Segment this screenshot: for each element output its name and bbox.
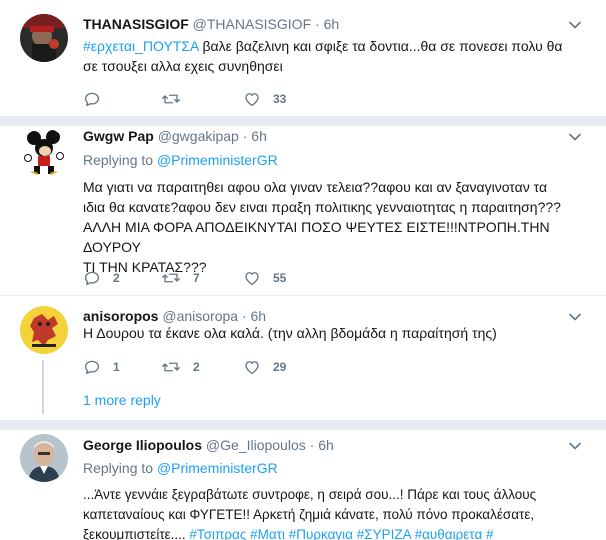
tweet-text: #ερχεται_ΠΟΥΤΣΑ βαλε βαζελινη και σφιξε …	[83, 36, 588, 76]
tweet-text-part: σε τσουξει αλλα εχεις συνηθησει	[83, 58, 283, 74]
tweet-actions: 1 2 29	[83, 357, 313, 377]
like-count: 55	[273, 271, 287, 285]
tweet-text-line: Μα γιατι να παραιτηθει αφου ολα γιναν τε…	[83, 179, 548, 195]
display-name[interactable]: anisoropos	[83, 308, 158, 324]
tweet-actions: 2 7 55	[83, 268, 313, 288]
separator-dot: ·	[242, 128, 248, 144]
tweet-actions: 33	[83, 89, 303, 109]
avatar-thanasisgiof[interactable]	[20, 14, 68, 62]
like-button[interactable]: 55	[243, 268, 286, 288]
user-handle[interactable]: @gwgakipap	[158, 128, 239, 144]
chevron-down-icon[interactable]	[568, 439, 582, 453]
tweet-text-line: ξεκουμπιστείτε.... #Τσιπρας #Ματι #Πυρκα…	[83, 525, 588, 540]
tweet-header: George Iliopoulos @Ge_Iliopoulos · 6h	[83, 435, 566, 455]
tweet-header: THANASISGIOF @THANASISGIOF · 6h	[83, 14, 566, 34]
reply-icon	[83, 358, 101, 376]
hashtag-link[interactable]: #ερχεται_ΠΟΥΤΣΑ	[83, 38, 199, 54]
user-handle[interactable]: @anisoropa	[162, 308, 238, 324]
tweet-text-line: ΑΛΛΗ ΜΙΑ ΦΟΡΑ ΑΠΟΔΕΙΚΝΥΤΑΙ ΠΟΣΟ ΨΕΥΤΕΣ Ε…	[83, 219, 550, 255]
chevron-down-icon[interactable]	[568, 18, 582, 32]
retweet-button[interactable]: 2	[161, 357, 200, 377]
like-count: 29	[273, 360, 287, 374]
reply-icon	[83, 269, 101, 287]
chevron-down-icon[interactable]	[568, 310, 582, 324]
reply-button[interactable]: 1	[83, 357, 120, 377]
timestamp[interactable]: 6h	[251, 308, 267, 324]
retweet-count: 7	[193, 271, 200, 285]
avatar-gwgw-pap[interactable]	[20, 128, 68, 176]
tweet-text-line: ...Άντε γεννάιε ξεγραβάτωτε συντροφε, η …	[83, 487, 537, 502]
retweet-icon	[161, 90, 181, 108]
separator-dot: ·	[309, 437, 315, 453]
display-name[interactable]: Gwgw Pap	[83, 128, 154, 144]
like-icon	[243, 358, 261, 376]
tweet-text: Η Δουρου τα έκανε ολα καλά. (την αλλη βδ…	[83, 325, 497, 341]
tweet-george-iliopoulos: George Iliopoulos @Ge_Iliopoulos · 6h Re…	[0, 430, 606, 540]
replying-to-link[interactable]: @PrimeministerGR	[157, 460, 278, 476]
conversation-divider	[0, 116, 606, 126]
user-handle[interactable]: @Ge_Iliopoulos	[206, 437, 306, 453]
replying-to-link[interactable]: @PrimeministerGR	[157, 152, 278, 168]
conversation-divider	[0, 420, 606, 430]
avatar-anisoropos[interactable]	[20, 306, 68, 354]
display-name[interactable]: George Iliopoulos	[83, 437, 202, 453]
tweet-text: Μα γιατι να παραιτηθει αφου ολα γιναν τε…	[83, 177, 588, 277]
like-icon	[243, 269, 261, 287]
user-handle[interactable]: @THANASISGIOF	[193, 16, 311, 32]
tweet-header: Gwgw Pap @gwgakipap · 6h	[83, 126, 566, 146]
thread-line	[42, 360, 44, 414]
reply-button[interactable]	[83, 89, 101, 109]
reply-icon	[83, 90, 101, 108]
timestamp[interactable]: 6h	[318, 437, 334, 453]
retweet-icon	[161, 269, 181, 287]
retweet-button[interactable]: 7	[161, 268, 200, 288]
avatar-george-iliopoulos[interactable]	[20, 434, 68, 482]
more-replies-link[interactable]: 1 more reply	[83, 390, 161, 410]
timestamp[interactable]: 6h	[251, 128, 267, 144]
retweet-count: 2	[193, 360, 200, 374]
tweet-text: ...Άντε γεννάιε ξεγραβάτωτε συντροφε, η …	[83, 485, 588, 540]
like-count: 33	[273, 92, 287, 106]
chevron-down-icon[interactable]	[568, 130, 582, 144]
like-button[interactable]: 33	[243, 89, 286, 109]
replying-to: Replying to @PrimeministerGR	[83, 458, 588, 478]
tweet-text-line: ιδια θα κανατε?αφου δεν ειναι πραξη πολι…	[83, 199, 561, 215]
tweet-text-line: καπεταναίους και ΦΥΓΕΤΕ!! Αρκετή ζημιά κ…	[83, 507, 535, 522]
timestamp[interactable]: 6h	[324, 16, 340, 32]
tweet-anisoropos: anisoropos @anisoropa · 6h Η Δουρου τα έ…	[0, 296, 606, 420]
reply-count: 1	[113, 360, 120, 374]
replying-to: Replying to @PrimeministerGR	[83, 150, 588, 170]
replying-to-label: Replying to	[83, 152, 157, 168]
retweet-button[interactable]	[161, 89, 181, 109]
reply-count: 2	[113, 271, 120, 285]
reply-button[interactable]: 2	[83, 268, 120, 288]
display-name[interactable]: THANASISGIOF	[83, 16, 189, 32]
tweet-text-part: βαλε βαζελινη και σφιξε τα δοντια...θα σ…	[198, 38, 563, 54]
like-icon	[243, 90, 261, 108]
replying-to-label: Replying to	[83, 460, 157, 476]
retweet-icon	[161, 358, 181, 376]
separator-dot: ·	[241, 308, 247, 324]
separator-dot: ·	[315, 16, 320, 32]
like-button[interactable]: 29	[243, 357, 286, 377]
hashtag-links[interactable]: #Τσιπρας #Ματι #Πυρκαγια #ΣΥΡΙΖΑ #αυθαιρ…	[189, 527, 493, 540]
tweet-text-part: ξεκουμπιστείτε....	[83, 527, 190, 540]
tweet-thanasisgiof: THANASISGIOF @THANASISGIOF · 6h #ερχεται…	[0, 0, 606, 125]
tweet-gwgw-pap: Gwgw Pap @gwgakipap · 6h Replying to @Pr…	[0, 126, 606, 296]
